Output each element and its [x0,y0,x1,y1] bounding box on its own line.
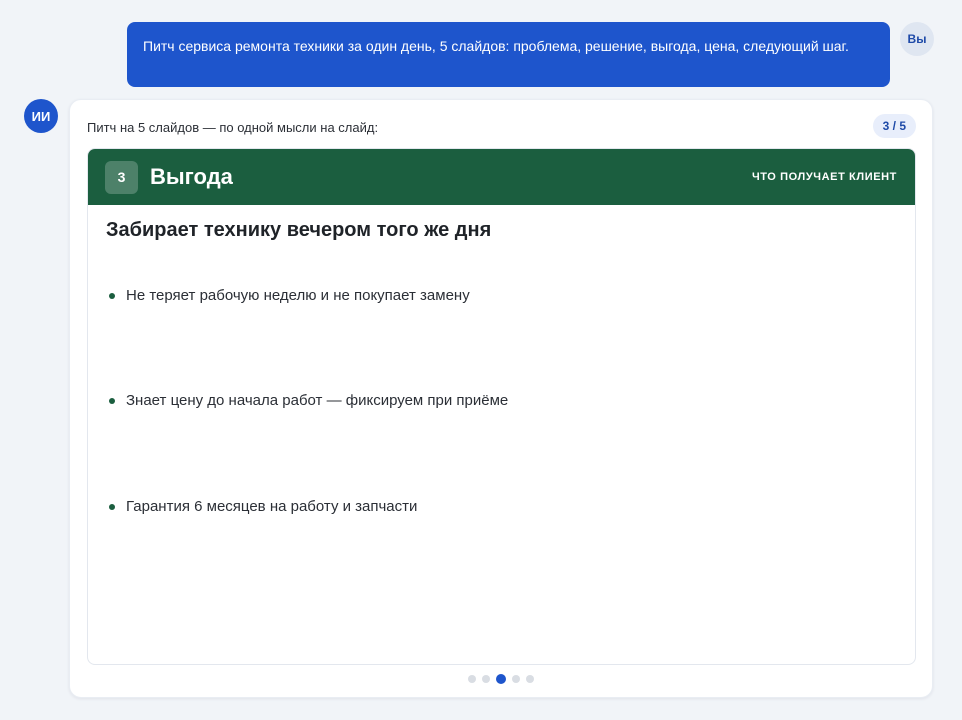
bullet-dot-icon [109,292,115,299]
slide-number-badge: 3 [105,160,138,194]
bullet-dot-icon [109,503,115,510]
assistant-message-card: Питч на 5 слайдов — по одной мысли на сл… [69,99,933,698]
slide-bullet-text: Гарантия 6 месяцев на работу и запчасти [126,498,418,515]
pagination-dot-3-active[interactable] [496,674,506,684]
pagination-dot-2[interactable] [482,675,490,683]
pagination-dot-5[interactable] [526,675,534,683]
assistant-avatar: ИИ [24,99,58,133]
slide-tag: ЧТО ПОЛУЧАЕТ КЛИЕНТ [751,171,897,183]
slide-header: 3 Выгода ЧТО ПОЛУЧАЕТ КЛИЕНТ [88,149,915,205]
slide-title: Выгода [150,164,233,189]
slide-bullet-text: Не теряет рабочую неделю и не покупает з… [126,287,470,304]
slide-bullet: Не теряет рабочую неделю и не покупает з… [109,287,470,304]
user-message-bubble: Питч сервиса ремонта техники за один ден… [127,22,890,87]
pagination-dot-1[interactable] [468,675,476,683]
slide-bullet: Гарантия 6 месяцев на работу и запчасти [109,498,417,515]
assistant-intro-text: Питч на 5 слайдов — по одной мысли на сл… [87,120,379,135]
slide-bullet: Знает цену до начала работ — фиксируем п… [109,392,508,409]
slide-counter-badge: 3 / 5 [872,114,916,138]
user-avatar: Вы [900,22,934,56]
slide-headline: Забирает технику вечером того же дня [106,219,492,241]
slide-bullet-text: Знает цену до начала работ — фиксируем п… [126,392,509,409]
pagination-dot-4[interactable] [512,675,520,683]
bullet-dot-icon [109,397,115,404]
slide-card: 3 Выгода ЧТО ПОЛУЧАЕТ КЛИЕНТ Забирает те… [87,148,916,665]
slide-pagination [70,674,932,684]
